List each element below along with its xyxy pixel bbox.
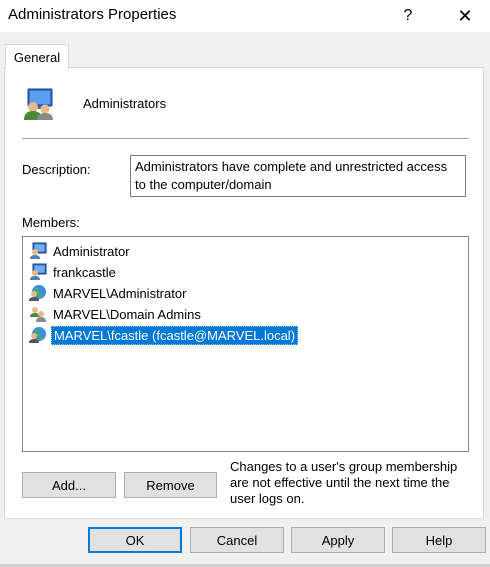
member-name: MARVEL\Administrator [53, 285, 187, 301]
list-item[interactable]: Administrator [29, 241, 132, 261]
group-icon [24, 88, 53, 120]
help-title-button[interactable]: ? [383, 0, 433, 32]
list-item[interactable]: MARVEL\Administrator [29, 283, 188, 303]
member-name: Administrator [53, 243, 130, 259]
window-title: Administrators Properties [8, 6, 177, 23]
list-item[interactable]: MARVEL\Domain Admins [29, 304, 203, 324]
help-button[interactable]: Help [392, 527, 486, 553]
domain-group-icon [30, 307, 46, 322]
group-name: Administrators [83, 96, 167, 111]
list-item[interactable]: frankcastle [29, 262, 118, 282]
cancel-button[interactable]: Cancel [190, 527, 284, 553]
local-user-icon [30, 263, 47, 280]
member-name: MARVEL\fcastle (fcastle@MARVEL.local) [51, 325, 299, 345]
local-user-icon [30, 242, 47, 259]
domain-user-icon [29, 327, 46, 343]
member-name: MARVEL\Domain Admins [53, 306, 201, 322]
close-button[interactable]: ✕ [440, 0, 490, 32]
list-item-selected[interactable]: MARVEL\fcastle (fcastle@MARVEL.local) [29, 325, 299, 345]
description-field[interactable]: Administrators have complete and unrestr… [130, 155, 466, 197]
member-name: frankcastle [53, 264, 116, 280]
membership-note: Changes to a user's group membership are… [230, 459, 458, 506]
separator [22, 138, 469, 139]
tab-general[interactable]: General [5, 44, 69, 69]
add-button[interactable]: Add... [22, 472, 116, 498]
description-label: Description: [22, 162, 91, 177]
apply-button[interactable]: Apply [291, 527, 385, 553]
ok-button[interactable]: OK [88, 527, 182, 553]
domain-user-icon [29, 285, 46, 301]
members-list[interactable]: Administrator frankcastle MARVEL\Adminis… [22, 236, 469, 452]
title-bar: Administrators Properties ? ✕ [0, 0, 490, 32]
members-label: Members: [22, 215, 80, 230]
remove-button[interactable]: Remove [124, 472, 217, 498]
